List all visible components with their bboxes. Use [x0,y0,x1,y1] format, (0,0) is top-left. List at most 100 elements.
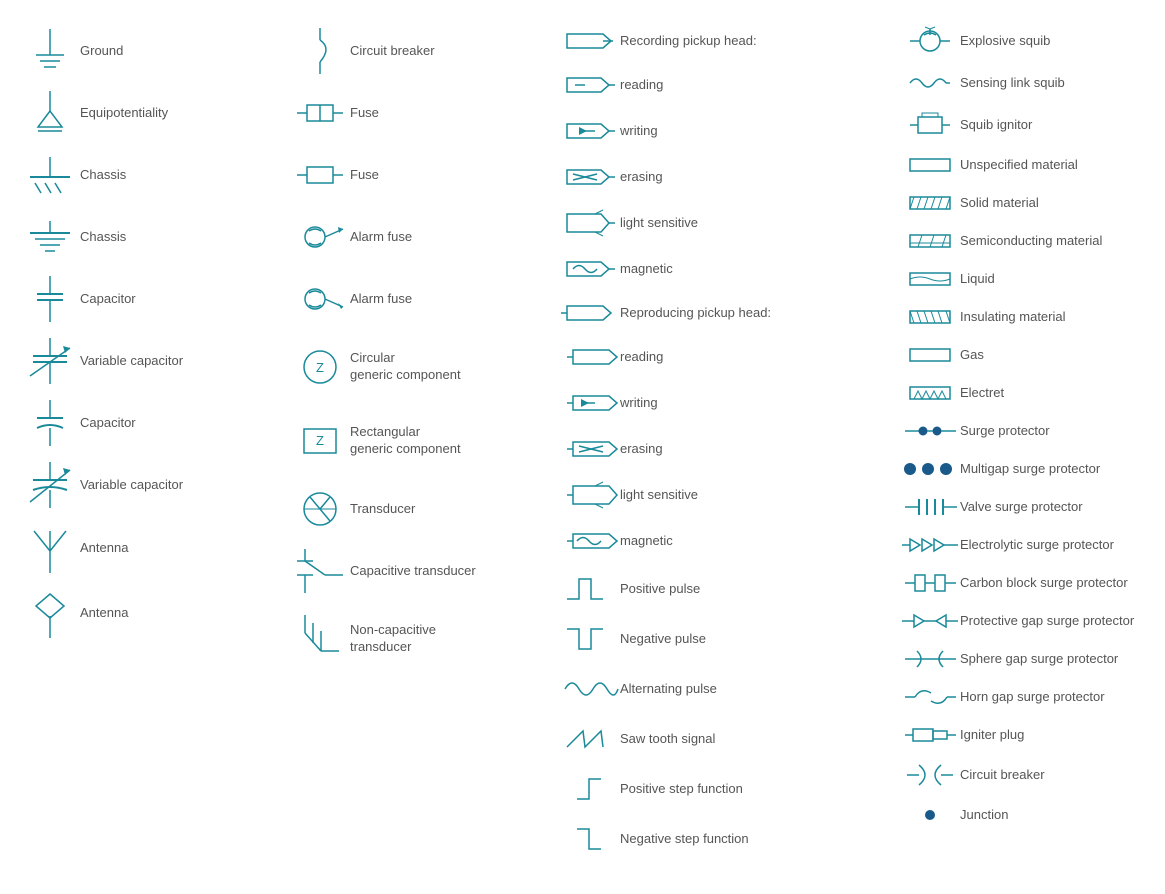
capacitive-transducer-label: Capacitive transducer [350,563,476,580]
electret-label: Electret [960,385,1004,402]
chassis1-label: Chassis [80,167,126,184]
list-item: Sphere gap surge protector [900,645,1165,673]
rec-reading-icon [560,74,620,96]
pos-pulse-icon [560,571,620,607]
list-item: Igniter plug [900,721,1165,749]
rep-reading-icon [560,346,620,368]
list-item: Antenna [20,586,270,641]
capacitive-transducer-icon [290,547,350,595]
surge-protector-label: Surge protector [960,423,1050,440]
antenna1-icon [20,521,80,576]
variable-capacitor2-label: Variable capacitor [80,477,183,494]
list-item: writing [560,385,880,421]
pos-step-label: Positive step function [620,781,743,798]
gas-label: Gas [960,347,984,364]
list-item: Unspecified material [900,151,1165,179]
list-item: Negative pulse [560,619,880,659]
list-item: Fuse [290,149,540,201]
column-1: Ground Equipotentiality [10,20,280,874]
multigap-surge-icon [900,459,960,479]
surge-protector-icon [900,421,960,441]
chassis1-icon [20,155,80,195]
transducer-icon [290,487,350,531]
non-capacitive-transducer-icon [290,613,350,665]
list-item: Ground [20,25,270,77]
capacitor2-icon [20,398,80,448]
list-item: reading [560,67,880,103]
rectangular-generic-icon: Z [290,423,350,459]
circuit-breaker2-label: Circuit breaker [960,767,1045,784]
horn-gap-surge-label: Horn gap surge protector [960,689,1105,706]
svg-text:Z: Z [316,360,324,375]
list-item: erasing [560,431,880,467]
capacitor1-label: Capacitor [80,291,136,308]
list-item: Chassis [20,211,270,263]
sphere-gap-surge-label: Sphere gap surge protector [960,651,1118,668]
list-item: Surge protector [900,417,1165,445]
list-item: Carbon block surge protector [900,569,1165,597]
column-4: Explosive squib Sensing link squib [890,20,1165,874]
alt-pulse-label: Alternating pulse [620,681,717,698]
semiconducting-material-label: Semiconducting material [960,233,1102,250]
liquid-icon [900,269,960,289]
semiconducting-material-icon [900,231,960,251]
pos-pulse-label: Positive pulse [620,581,700,598]
alt-pulse-icon [560,673,620,705]
list-item: Alternating pulse [560,669,880,709]
sphere-gap-surge-icon [900,647,960,671]
igniter-plug-label: Igniter plug [960,727,1024,744]
insulating-material-icon [900,307,960,327]
explosive-squib-label: Explosive squib [960,33,1050,50]
carbon-block-surge-icon [900,569,960,597]
list-item: Non-capacitivetransducer [290,607,540,671]
rep-head-icon [560,302,620,324]
equipotentiality-label: Equipotentiality [80,105,168,122]
horn-gap-surge-icon [900,683,960,711]
list-item: Equipotentiality [20,87,270,139]
list-item: Alarm fuse [290,273,540,325]
rep-erasing-label: erasing [620,441,663,458]
list-item: Multigap surge protector [900,455,1165,483]
rec-magnetic-icon [560,258,620,280]
solid-material-icon [900,193,960,213]
list-item: magnetic [560,523,880,559]
rec-head-icon [560,30,620,52]
list-item: Electrolytic surge protector [900,531,1165,559]
rec-writing-icon [560,120,620,142]
neg-step-icon [560,821,620,857]
variable-capacitor1-icon [20,336,80,386]
rep-magnetic-icon [560,530,620,552]
ground-icon [20,27,80,75]
list-item: Positive step function [560,769,880,809]
rep-writing-icon [560,392,620,414]
list-item: light sensitive [560,477,880,513]
protective-gap-surge-icon [900,609,960,633]
capacitor2-label: Capacitor [80,415,136,432]
list-item: Sensing link squib [900,67,1165,99]
rec-erasing-icon [560,166,620,188]
list-item: Variable capacitor [20,459,270,511]
protective-gap-surge-label: Protective gap surge protector [960,613,1134,630]
list-item: Chassis [20,149,270,201]
transducer-label: Transducer [350,501,415,518]
junction-icon [900,805,960,825]
list-item: Fuse [290,87,540,139]
rep-magnetic-label: magnetic [620,533,673,550]
circuit-breaker2-icon [900,759,960,791]
main-content: Ground Equipotentiality [0,0,1165,894]
alarm-fuse2-label: Alarm fuse [350,291,412,308]
pos-step-icon [560,771,620,807]
neg-pulse-label: Negative pulse [620,631,706,648]
valve-surge-label: Valve surge protector [960,499,1083,516]
list-item: Solid material [900,189,1165,217]
list-item: Positive pulse [560,569,880,609]
equipotentiality-icon [20,89,80,137]
squib-ignitor-icon [900,111,960,139]
rec-light-label: light sensitive [620,215,698,232]
unspecified-material-icon [900,155,960,175]
neg-pulse-icon [560,621,620,657]
list-item: Capacitor [20,273,270,325]
column-3: Recording pickup head: reading [550,20,890,874]
unspecified-material-label: Unspecified material [960,157,1078,174]
non-capacitive-transducer-label: Non-capacitivetransducer [350,622,436,656]
